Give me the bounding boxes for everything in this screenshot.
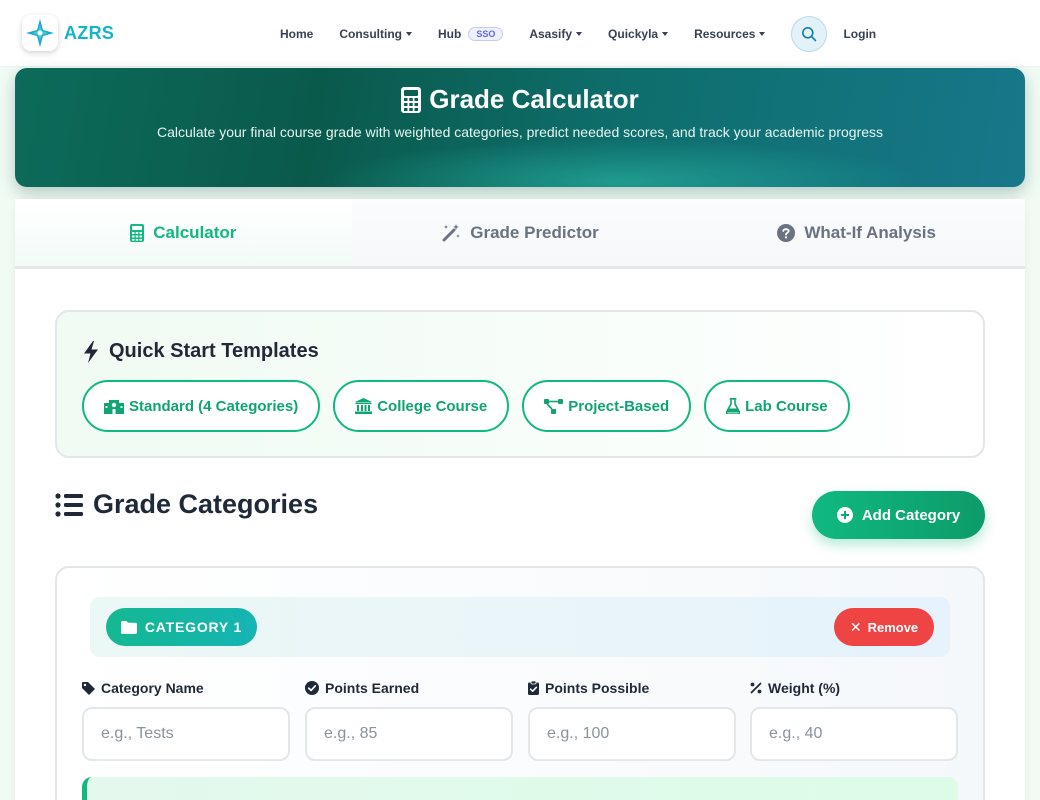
caret-down-icon: [576, 32, 583, 36]
category-name-input[interactable]: [82, 707, 290, 761]
close-icon: ✕: [849, 618, 862, 635]
flask-icon: [726, 398, 741, 414]
search-button[interactable]: [791, 16, 828, 52]
university-icon: [355, 398, 373, 414]
tab-bar: Calculator Grade Predictor What-If Analy…: [15, 199, 1026, 269]
nav-home-label: Home: [280, 27, 314, 41]
plus-circle-icon: [836, 507, 853, 523]
nav-home[interactable]: Home: [280, 27, 313, 41]
templates-title-text: Quick Start Templates: [109, 340, 319, 362]
weight-field: Weight (%): [750, 680, 958, 761]
nav-hub-label: Hub: [438, 27, 462, 41]
search-icon: [802, 27, 817, 42]
points-earned-field: Points Earned: [305, 680, 513, 761]
question-circle-icon: [777, 223, 796, 242]
points-earned-label: Points Earned: [305, 680, 513, 696]
percent-icon: [750, 682, 762, 694]
hero-banner: Grade Calculator Calculate your final co…: [15, 68, 1025, 187]
add-category-button[interactable]: Add Category: [812, 491, 985, 539]
check-circle-icon: [305, 681, 319, 695]
brand-name: AZRS: [64, 22, 115, 43]
tab-grade-predictor-label: Grade Predictor: [470, 222, 599, 242]
caret-down-icon: [662, 32, 669, 36]
login-link[interactable]: Login: [843, 27, 876, 41]
points-earned-input[interactable]: [305, 707, 513, 761]
category-result-panel: [82, 777, 958, 800]
folder-icon: [120, 620, 137, 634]
template-standard-label: Standard (4 Categories): [129, 397, 299, 415]
tab-calculator-label: Calculator: [153, 222, 237, 242]
bolt-icon: [84, 340, 98, 363]
nav-consulting[interactable]: Consulting: [339, 27, 412, 41]
top-nav: AZRS Home Consulting Hub SSO Asasify Quic…: [0, 0, 1040, 67]
nav-quickyla[interactable]: Quickyla: [608, 27, 669, 41]
brand-logo[interactable]: AZRS: [22, 15, 114, 51]
category-card: CATEGORY 1 ✕ Remove Category Name e.g., …: [55, 566, 985, 800]
magic-wand-icon: [442, 223, 461, 241]
calculator-icon: [130, 223, 145, 242]
remove-category-button[interactable]: ✕ Remove: [834, 608, 934, 646]
grade-categories-title: Grade Categories: [93, 489, 319, 519]
points-possible-label-text: Points Possible: [545, 680, 650, 696]
clipboard-check-icon: [528, 681, 539, 695]
nav-hub[interactable]: Hub SSO: [438, 27, 504, 41]
nav-resources[interactable]: Resources: [694, 27, 766, 41]
tab-calculator[interactable]: Calculator: [15, 199, 352, 266]
template-standard-button[interactable]: Standard (4 Categories): [82, 380, 321, 432]
points-possible-label: Points Possible: [528, 680, 736, 696]
nav-asasify-label: Asasify: [529, 27, 573, 41]
nav-consulting-label: Consulting: [339, 27, 402, 41]
tag-icon: [82, 681, 95, 695]
school-icon: [104, 400, 124, 414]
points-earned-label-text: Points Earned: [325, 680, 420, 696]
category-header: CATEGORY 1 ✕ Remove: [90, 597, 950, 657]
grade-categories-heading: Grade Categories: [55, 489, 318, 520]
quick-start-templates: Quick Start Templates Standard (4 Catego…: [55, 310, 985, 458]
compass-logo-icon: [22, 15, 58, 51]
category-badge-label: CATEGORY 1: [144, 619, 243, 635]
templates-title: Quick Start Templates: [83, 340, 319, 363]
weight-label-text: Weight (%): [768, 680, 841, 696]
nav-quickyla-label: Quickyla: [608, 27, 659, 41]
category-badge: CATEGORY 1: [106, 608, 257, 646]
category-name-label: Category Name: [82, 680, 290, 696]
project-diagram-icon: [544, 398, 564, 414]
nav-asasify[interactable]: Asasify: [529, 27, 583, 41]
caret-down-icon: [759, 32, 766, 36]
template-project-button[interactable]: Project-Based: [522, 380, 692, 432]
tab-what-if[interactable]: What-If Analysis: [688, 199, 1026, 266]
calculator-card: Calculator Grade Predictor What-If Analy…: [15, 199, 1026, 800]
template-lab-button[interactable]: Lab Course: [704, 380, 850, 432]
nav-resources-label: Resources: [694, 27, 756, 41]
remove-label: Remove: [867, 619, 919, 635]
weight-input[interactable]: [750, 707, 958, 761]
caret-down-icon: [406, 32, 412, 36]
template-lab-label: Lab Course: [745, 397, 828, 415]
sso-badge: SSO: [468, 27, 504, 41]
nav-links: Home Consulting Hub SSO Asasify Quickyla …: [280, 16, 876, 52]
list-icon: [55, 492, 83, 517]
tab-grade-predictor[interactable]: Grade Predictor: [351, 199, 689, 266]
weight-label: Weight (%): [750, 680, 958, 696]
category-name-field: Category Name: [82, 680, 290, 761]
template-project-label: Project-Based: [568, 397, 670, 415]
page-subtitle: Calculate your final course grade with w…: [156, 124, 884, 140]
template-college-button[interactable]: College Course: [333, 380, 510, 432]
add-category-label: Add Category: [861, 506, 961, 524]
tab-what-if-label: What-If Analysis: [804, 222, 936, 242]
points-possible-input[interactable]: [528, 707, 736, 761]
points-possible-field: Points Possible: [528, 680, 736, 761]
template-buttons: Standard (4 Categories) College Course P…: [82, 380, 863, 432]
page-title-text: Grade Calculator: [429, 84, 639, 114]
category-name-label-text: Category Name: [101, 680, 204, 696]
template-college-label: College Course: [377, 397, 488, 415]
page-title: Grade Calculator: [15, 84, 1025, 115]
calculator-icon: [401, 86, 422, 113]
